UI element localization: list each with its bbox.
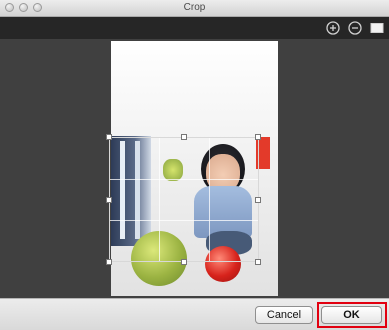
zoom-toolbar: [0, 17, 389, 39]
crop-handle-top[interactable]: [181, 134, 187, 140]
grid-line-horizontal: [110, 179, 258, 180]
cancel-button[interactable]: Cancel: [255, 306, 313, 324]
crop-frame[interactable]: [106, 134, 261, 265]
crop-handle-right[interactable]: [255, 197, 261, 203]
crop-handle-bottom[interactable]: [181, 259, 187, 265]
crop-handle-top-right[interactable]: [255, 134, 261, 140]
grid-line-vertical: [209, 138, 210, 261]
grid-line-vertical: [159, 138, 160, 261]
crop-handle-left[interactable]: [106, 197, 112, 203]
title-bar: Crop: [0, 0, 389, 17]
zoom-in-icon[interactable]: [325, 20, 341, 36]
fit-to-window-icon[interactable]: [369, 20, 385, 36]
grid-line-horizontal: [110, 220, 258, 221]
crop-handle-bottom-right[interactable]: [255, 259, 261, 265]
crop-dialog: Crop Cancel OK: [0, 0, 389, 330]
crop-handle-bottom-left[interactable]: [106, 259, 112, 265]
window-title: Crop: [183, 2, 206, 13]
crop-handle-top-left[interactable]: [106, 134, 112, 140]
ok-button[interactable]: OK: [321, 306, 382, 324]
zoom-out-icon[interactable]: [347, 20, 363, 36]
